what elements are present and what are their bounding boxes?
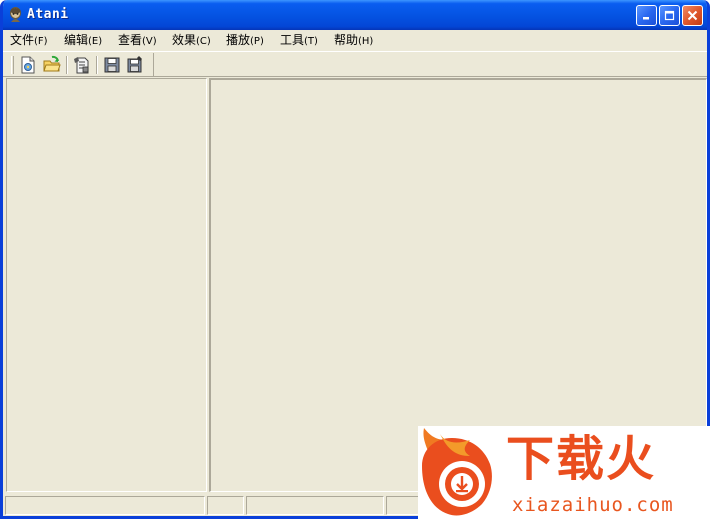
menu-help-label: 帮助	[334, 33, 359, 47]
document-properties-icon	[74, 57, 89, 74]
minimize-button[interactable]	[636, 5, 657, 26]
properties-button[interactable]	[72, 55, 92, 75]
save-as-button[interactable]	[125, 55, 145, 75]
menu-file-accel: (F)	[34, 36, 48, 47]
menu-edit[interactable]: 编辑(E)	[64, 32, 102, 49]
menu-play-label: 播放	[226, 33, 251, 47]
status-panel	[386, 496, 421, 515]
menu-effects-label: 效果	[172, 33, 197, 47]
menu-tools[interactable]: 工具(T)	[280, 32, 318, 49]
new-button[interactable]	[18, 55, 38, 75]
toolbar-band	[8, 53, 154, 77]
maximize-icon	[664, 10, 675, 21]
title-bar[interactable]: Atani	[3, 0, 707, 30]
flame-logo-icon	[422, 428, 492, 516]
watermark: 下载火 xiazaihuo.com	[418, 426, 710, 519]
toolbar-grip[interactable]	[11, 56, 14, 74]
new-document-icon	[21, 56, 35, 74]
app-icon[interactable]	[8, 7, 23, 23]
menu-file[interactable]: 文件(F)	[10, 32, 48, 49]
open-folder-icon	[43, 55, 61, 72]
toolbar-separator	[66, 56, 68, 74]
menu-tools-label: 工具	[280, 33, 305, 47]
menu-play[interactable]: 播放(P)	[226, 32, 264, 49]
open-button[interactable]	[42, 55, 62, 75]
menu-effects[interactable]: 效果(C)	[172, 32, 211, 49]
menu-view-accel: (V)	[142, 36, 157, 47]
menu-bar: 文件(F) 编辑(E) 查看(V) 效果(C) 播放(P) 工具(T) 帮助(H…	[3, 30, 707, 50]
menu-edit-accel: (E)	[88, 36, 103, 47]
tree-pane[interactable]	[6, 78, 207, 492]
menu-help-accel: (H)	[358, 36, 374, 47]
menu-edit-label: 编辑	[64, 33, 89, 47]
menu-view[interactable]: 查看(V)	[118, 32, 157, 49]
floppy-save-icon	[104, 57, 120, 73]
window-title: Atani	[27, 7, 69, 22]
floppy-save-as-icon	[127, 56, 142, 73]
menu-file-label: 文件	[10, 33, 35, 47]
close-button[interactable]	[682, 5, 703, 26]
toolbar-separator	[96, 56, 98, 74]
menu-play-accel: (P)	[250, 36, 264, 47]
menu-effects-accel: (C)	[196, 36, 211, 47]
status-panel	[207, 496, 244, 515]
minimize-icon	[643, 17, 649, 20]
maximize-button[interactable]	[659, 5, 680, 26]
watermark-title: 下载火	[506, 431, 657, 487]
status-panel	[5, 496, 205, 515]
status-panel	[246, 496, 384, 515]
menu-tools-accel: (T)	[304, 36, 318, 47]
close-icon	[687, 10, 698, 21]
save-button[interactable]	[102, 55, 122, 75]
menu-help[interactable]: 帮助(H)	[334, 32, 373, 49]
toolbar	[3, 51, 707, 77]
menu-view-label: 查看	[118, 33, 143, 47]
watermark-url: xiazaihuo.com	[512, 494, 674, 516]
